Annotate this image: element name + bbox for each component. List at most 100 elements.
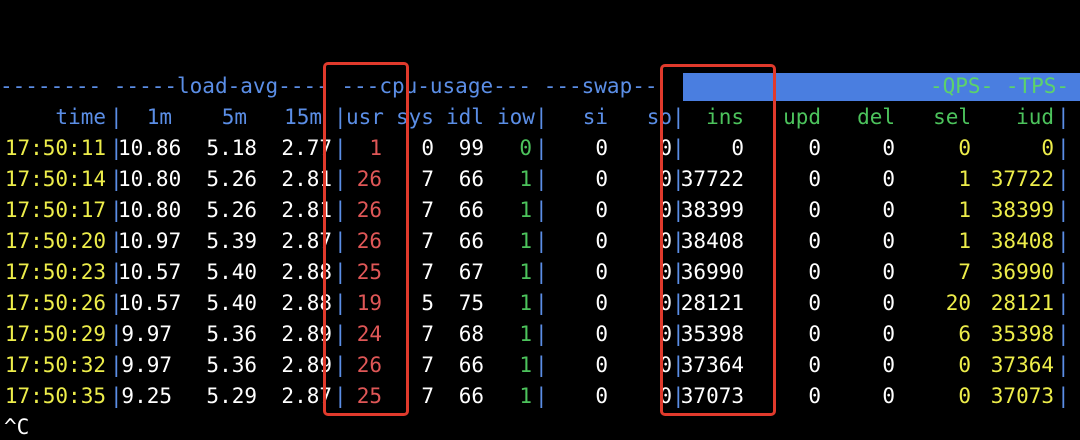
col-si: si	[582, 105, 608, 129]
cell-iow: 1	[519, 353, 532, 377]
cell-iow: 1	[519, 229, 532, 253]
col-iow: iow	[497, 105, 535, 129]
terminal-window: -------- -----load-avg---- ---cpu-usage-…	[0, 0, 1080, 440]
cell-upd: 0	[808, 353, 821, 377]
cell-iud: 37722	[990, 167, 1054, 191]
cell-sys: 7	[421, 353, 434, 377]
cell-si: 0	[595, 384, 608, 408]
cell-m1: 10.97	[118, 229, 182, 253]
col-time: time	[55, 105, 106, 129]
cell-iow: 1	[519, 198, 532, 222]
qps-tps-group-label: -QPS- -TPS-	[930, 74, 1070, 98]
col-separator: |	[1057, 167, 1070, 191]
table-row: 17:50:32 | 9.97 5.36 2.89 | 26 7 66 1 | 0 0 | 37364 0 0 0…	[0, 350, 1080, 381]
cell-time: 17:50:23	[4, 260, 106, 284]
cell-sel: 0	[958, 136, 971, 160]
table-row: 17:50:20 | 10.97 5.39 2.87 | 26 7 66 1 | 0 0 | 38408 0 0…	[0, 226, 1080, 257]
cell-sel: 0	[958, 384, 971, 408]
cell-iow: 1	[519, 260, 532, 284]
ins-annotation-box	[660, 64, 776, 416]
cell-del: 0	[882, 198, 895, 222]
table-row: 17:50:14 | 10.80 5.26 2.81 | 26 7 66 1 | 0 0 | 37722 0 0…	[0, 164, 1080, 195]
cell-upd: 0	[808, 384, 821, 408]
cell-si: 0	[595, 353, 608, 377]
cell-sel: 1	[958, 198, 971, 222]
cell-del: 0	[882, 291, 895, 315]
cell-sys: 7	[421, 260, 434, 284]
cell-sel: 6	[958, 322, 971, 346]
cell-iud: 35398	[990, 322, 1054, 346]
cell-m1: 9.97	[121, 322, 172, 346]
cell-iud: 36990	[990, 260, 1054, 284]
col-separator: |	[1057, 136, 1070, 160]
cell-si: 0	[595, 260, 608, 284]
cell-m5: 5.39	[206, 229, 257, 253]
cell-iud: 38408	[990, 229, 1054, 253]
column-header-row: time | 1m 5m 15m | usr sys idl iow | si …	[0, 102, 1080, 133]
cell-sys: 7	[421, 229, 434, 253]
col-1m: 1m	[146, 105, 172, 129]
col-separator: |	[535, 353, 548, 377]
table-row: 17:50:17 | 10.80 5.26 2.81 | 26 7 66 1 | 0 0 | 38399 0 0…	[0, 195, 1080, 226]
cell-idl: 66	[458, 229, 484, 253]
cell-m5: 5.36	[206, 353, 257, 377]
cell-iud: 37364	[990, 353, 1054, 377]
cell-sys: 7	[421, 384, 434, 408]
cell-idl: 67	[458, 260, 484, 284]
cell-upd: 0	[808, 198, 821, 222]
col-separator: |	[535, 260, 548, 284]
cell-iow: 1	[519, 167, 532, 191]
col-idl: idl	[446, 105, 484, 129]
cell-time: 17:50:35	[4, 384, 106, 408]
col-separator: |	[1057, 260, 1070, 284]
cell-iud: 28121	[990, 291, 1054, 315]
cell-m1: 10.57	[118, 291, 182, 315]
cell-idl: 66	[458, 353, 484, 377]
col-separator: |	[535, 136, 548, 160]
cell-iud: 37073	[990, 384, 1054, 408]
cell-si: 0	[595, 322, 608, 346]
col-separator: |	[1057, 105, 1070, 129]
group-header-prefix: -------- -----	[0, 74, 178, 98]
cell-m5: 5.40	[206, 291, 257, 315]
usr-annotation-box	[323, 62, 409, 416]
cell-time: 17:50:11	[4, 136, 106, 160]
col-separator: |	[535, 291, 548, 315]
swap-group-tail: --	[632, 74, 658, 98]
cell-upd: 0	[808, 260, 821, 284]
cell-sel: 20	[945, 291, 971, 315]
cell-time: 17:50:17	[4, 198, 106, 222]
cell-del: 0	[882, 353, 895, 377]
cell-iow: 1	[519, 322, 532, 346]
col-separator: |	[1057, 291, 1070, 315]
col-separator: |	[535, 384, 548, 408]
col-separator: |	[535, 198, 548, 222]
table-row: 17:50:29 | 9.97 5.36 2.89 | 24 7 68 1 | 0 0 | 35398 0 0 6…	[0, 319, 1080, 350]
cell-upd: 0	[808, 167, 821, 191]
cell-idl: 66	[458, 198, 484, 222]
cell-sel: 1	[958, 167, 971, 191]
cell-si: 0	[595, 198, 608, 222]
table-row: 17:50:26 | 10.57 5.40 2.88 | 19 5 75 1 | 0 0 | 28121 0 0…	[0, 288, 1080, 319]
cell-upd: 0	[808, 136, 821, 160]
interrupt-text: ^C	[4, 415, 30, 439]
cell-iow: 1	[519, 291, 532, 315]
col-del: del	[857, 105, 895, 129]
cell-sel: 7	[958, 260, 971, 284]
cell-m1: 10.86	[118, 136, 182, 160]
col-separator: |	[535, 322, 548, 346]
cell-iud: 0	[1041, 136, 1054, 160]
col-separator: |	[1057, 384, 1070, 408]
cell-upd: 0	[808, 291, 821, 315]
col-separator: |	[1057, 229, 1070, 253]
cell-del: 0	[882, 136, 895, 160]
cpu-usage-group-tail: --- ---	[493, 74, 582, 98]
cell-sys: 7	[421, 198, 434, 222]
cell-si: 0	[595, 167, 608, 191]
cell-sel: 1	[958, 229, 971, 253]
cell-time: 17:50:14	[4, 167, 106, 191]
cell-upd: 0	[808, 322, 821, 346]
cell-del: 0	[882, 260, 895, 284]
col-separator: |	[535, 229, 548, 253]
cell-del: 0	[882, 384, 895, 408]
